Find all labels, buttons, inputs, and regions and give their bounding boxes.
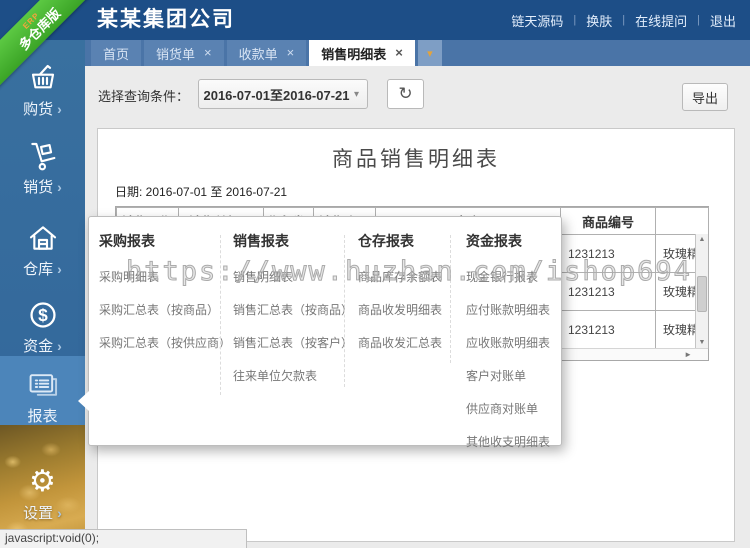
top-header-bar: 某某集团公司 链天源码 | 换肤 | 在线提问 | 退出 [0, 0, 750, 40]
company-title: 某某集团公司 [97, 8, 235, 31]
reports-mega-menu: 采购报表 采购明细表 采购汇总表（按商品） 采购汇总表（按供应商） 销售报表 销… [78, 216, 562, 449]
report-icon [26, 370, 60, 400]
menu-divider [344, 235, 345, 387]
scroll-right-icon[interactable]: ► [684, 350, 692, 359]
cell-product-code: 1231213 [560, 234, 656, 273]
menu-item[interactable]: 商品收发明细表 [358, 293, 460, 326]
link-source[interactable]: 链天源码 [511, 11, 563, 30]
close-icon[interactable]: × [287, 46, 295, 59]
caret-down-icon: ▾ [427, 47, 433, 60]
menu-item[interactable]: 销售汇总表（按商品） [233, 293, 353, 326]
menu-col-funds-reports: 资金报表 现金银行报表 应付账款明细表 应收账款明细表 客户对账单 供应商对账单… [466, 231, 560, 458]
sidebar-item-label: 购货 [23, 101, 54, 118]
basket-icon [27, 63, 59, 93]
menu-divider [450, 235, 451, 363]
menu-item[interactable]: 商品库存余额表 [358, 260, 460, 293]
sidebar-item-label: 销货 [23, 179, 54, 196]
link-divider: | [697, 14, 700, 26]
sidebar-item-label: 仓库 [23, 261, 54, 278]
filter-label: 选择查询条件： [98, 89, 190, 104]
tab-receipt[interactable]: 收款单 × [226, 40, 307, 66]
close-icon[interactable]: × [395, 46, 403, 59]
erp-app-window: 某某集团公司 链天源码 | 换肤 | 在线提问 | 退出 ERP 多仓库版 购货… [0, 0, 750, 548]
tab-label: 销售明细表 [321, 46, 387, 62]
sidebar-item-settings[interactable]: ⚙ 设置 › [0, 458, 85, 532]
menu-item[interactable]: 应收账款明细表 [466, 326, 560, 359]
chevron-right-icon: › [57, 260, 62, 277]
refresh-button[interactable]: ↻ [387, 79, 424, 109]
col-header-product-name [655, 207, 709, 235]
cell-product-code: 1231213 [560, 272, 656, 311]
menu-item[interactable]: 现金银行报表 [466, 260, 560, 293]
export-button[interactable]: 导出 [682, 83, 728, 111]
refresh-icon: ↻ [398, 84, 413, 103]
date-range-select[interactable]: 2016-07-01至2016-07-21 ▾ [198, 79, 368, 109]
dollar-glyph: $ [38, 305, 48, 325]
tab-bar: 首页 销货单 × 收款单 × 销售明细表 × ▾ [85, 40, 750, 66]
handtruck-icon [27, 141, 59, 171]
date-range-value: 2016-07-01至2016-07-21 [203, 87, 350, 103]
close-icon[interactable]: × [204, 46, 212, 59]
chevron-right-icon: › [57, 178, 62, 195]
menu-item[interactable]: 销售明细表 [233, 260, 349, 293]
menu-item[interactable]: 采购汇总表（按商品） [99, 293, 221, 326]
menu-col-title: 销售报表 [233, 233, 289, 249]
gear-icon: ⚙ [29, 465, 56, 498]
chevron-right-icon: › [57, 337, 62, 354]
sidebar-item-label: 报表 [27, 408, 58, 425]
menu-item[interactable]: 商品收发汇总表 [358, 326, 460, 359]
link-online-help[interactable]: 在线提问 [635, 11, 687, 30]
menu-item[interactable]: 往来单位欠款表 [233, 359, 349, 392]
scroll-up-icon[interactable]: ▲ [696, 236, 708, 243]
scroll-down-icon[interactable]: ▼ [696, 339, 708, 346]
menu-item[interactable]: 采购汇总表（按供应商） [99, 326, 231, 359]
report-date-line: 日期: 2016-07-01 至 2016-07-21 [115, 185, 288, 199]
sidebar-item-funds[interactable]: $ 资金 › [0, 290, 85, 366]
caret-down-icon: ▾ [353, 88, 359, 100]
menu-col-inventory-reports: 仓存报表 商品库存余额表 商品收发明细表 商品收发汇总表 [358, 231, 460, 359]
tab-label: 销货单 [156, 46, 196, 62]
sidebar-item-label: 资金 [23, 338, 54, 355]
sidebar-item-warehouse[interactable]: 仓库 › [0, 212, 85, 290]
dollar-circle-icon: $ [27, 300, 59, 330]
menu-item[interactable]: 应付账款明细表 [466, 293, 560, 326]
tab-sales-order[interactable]: 销货单 × [144, 40, 224, 66]
col-header-product-code: 商品编号 [560, 207, 656, 235]
warehouse-icon [27, 223, 59, 253]
cell-product-code: 1231213 [560, 310, 656, 349]
menu-item[interactable]: 采购明细表 [99, 260, 221, 293]
menu-divider [220, 235, 221, 395]
sidebar-nav: 购货 › 销货 › 仓库 › $ 资金 › 报表 ⚙ 设置 › [0, 40, 85, 548]
menu-col-title: 资金报表 [466, 233, 522, 249]
tab-label: 收款单 [238, 46, 278, 62]
menu-col-purchase-reports: 采购报表 采购明细表 采购汇总表（按商品） 采购汇总表（按供应商） [99, 231, 231, 359]
report-title: 商品销售明细表 [332, 147, 500, 171]
tab-list-dropdown[interactable]: ▾ [417, 40, 442, 66]
scrollbar-thumb[interactable] [697, 276, 707, 312]
chevron-right-icon: › [57, 504, 62, 521]
export-label: 导出 [691, 90, 718, 106]
menu-callout-arrow [78, 391, 89, 411]
link-divider: | [622, 14, 626, 26]
link-logout[interactable]: 退出 [710, 11, 736, 30]
menu-item[interactable]: 其他收支明细表 [466, 425, 560, 458]
menu-col-title: 采购报表 [99, 233, 155, 249]
vertical-scrollbar[interactable]: ▲ ▼ [695, 234, 708, 348]
tab-home[interactable]: 首页 [91, 40, 142, 66]
tab-sales-detail-active[interactable]: 销售明细表 × [309, 40, 415, 66]
menu-col-title: 仓存报表 [358, 233, 414, 249]
menu-item[interactable]: 客户对账单 [466, 359, 560, 392]
chevron-right-icon: › [57, 100, 62, 117]
sidebar-item-sales[interactable]: 销货 › [0, 130, 85, 208]
menu-col-sales-reports: 销售报表 销售明细表 销售汇总表（按商品） 销售汇总表（按客户） 往来单位欠款表 [233, 231, 353, 392]
tab-label: 首页 [103, 46, 130, 62]
menu-item[interactable]: 销售汇总表（按客户） [233, 326, 353, 359]
header-links: 链天源码 | 换肤 | 在线提问 | 退出 [511, 0, 736, 40]
sidebar-item-label: 设置 [23, 505, 54, 522]
link-change-skin[interactable]: 换肤 [586, 11, 612, 30]
menu-item[interactable]: 供应商对账单 [466, 392, 560, 425]
link-divider: | [573, 14, 577, 26]
status-link-tooltip: javascript:void(0); [0, 529, 247, 548]
